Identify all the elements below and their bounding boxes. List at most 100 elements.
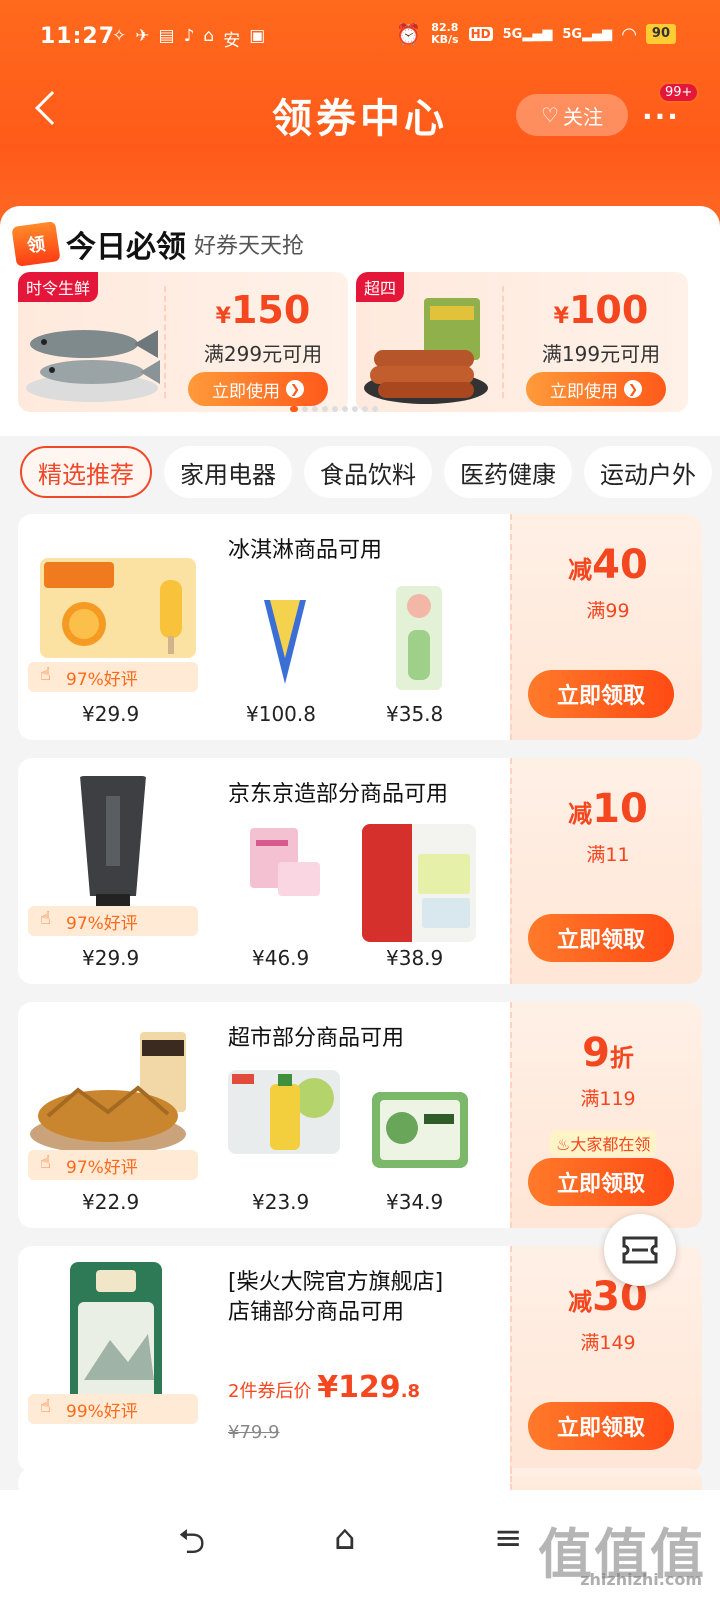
nav-bar: 领券中心 ♡ 关注 ··· 99+ xyxy=(0,72,720,152)
rating-badge: ☝ 97%好评 xyxy=(28,1150,198,1180)
status-bar: 11:27 ✧ ✈ ▤ ♪ ⌂ 安 ▣ ⏰ 82.8 KB/s HD 5G▂▄▆ … xyxy=(0,0,720,72)
more-menu-icon[interactable]: ··· xyxy=(642,100,680,133)
card-icon: ▤ xyxy=(158,26,175,46)
claim-button[interactable]: 立即领取 xyxy=(528,914,674,962)
rating-badge: ☝ 97%好评 xyxy=(28,662,198,692)
menu-nav-icon[interactable]: ≡ xyxy=(494,1518,523,1558)
thumbs-up-icon: ☝ xyxy=(40,1396,51,1417)
network-speed: 82.8 KB/s xyxy=(431,21,459,46)
today-header: 领 今日必领 好券天天抢 xyxy=(11,221,305,267)
carousel-dot xyxy=(362,406,368,412)
home-nav-icon[interactable]: ⌂ xyxy=(334,1518,356,1558)
today-section: 领 今日必领 好券天天抢 时令生鲜 ¥150 满299元可用 立即使用❯ 超四 xyxy=(0,206,720,436)
discount-threshold: 满99 xyxy=(586,600,630,622)
carousel-dot xyxy=(342,406,348,412)
follow-button[interactable]: ♡ 关注 xyxy=(516,94,628,136)
coupon-wallet-button[interactable] xyxy=(604,1214,676,1286)
category-tabs: 精选推荐 家用电器 食品饮料 医药健康 运动户外 xyxy=(20,446,712,498)
carousel-dot xyxy=(290,406,298,412)
coupon-title: 冰淇淋商品可用 xyxy=(228,538,383,563)
discount-threshold: 满149 xyxy=(580,1332,636,1354)
use-now-button[interactable]: 立即使用 ❯ xyxy=(526,372,666,406)
tiktok-icon: ♪ xyxy=(183,26,195,46)
product-price: ¥100.8 xyxy=(246,702,316,726)
tab-selected[interactable]: 精选推荐 xyxy=(20,446,152,498)
product-price: ¥34.9 xyxy=(386,1190,444,1214)
coupon-condition: 满299元可用 xyxy=(203,342,323,366)
claim-button[interactable]: 立即领取 xyxy=(528,670,674,718)
card-divider xyxy=(502,286,504,398)
product-price: ¥29.9 xyxy=(82,702,140,726)
tab-food-drink[interactable]: 食品饮料 xyxy=(304,446,432,498)
rice-bag-image xyxy=(70,1262,162,1412)
coupon-title: 超市部分商品可用 xyxy=(228,1026,405,1051)
coupon-offer: 减40 满99 立即领取 xyxy=(510,514,702,740)
coupon-condition: 满199元可用 xyxy=(541,342,661,366)
message-badge: 99+ xyxy=(658,82,700,103)
arrow-right-icon: ❯ xyxy=(286,380,304,398)
snack-chips-image xyxy=(30,1032,186,1154)
coupon-row: [柴火大院官方旗舰店] 店铺部分商品可用 ☝ 99%好评 2件券后价 ¥129.8 … xyxy=(18,1246,702,1472)
status-time: 11:27 xyxy=(40,24,116,49)
today-coupon-card[interactable]: 时令生鲜 ¥150 满299元可用 立即使用 ❯ xyxy=(18,272,348,412)
discount-value: 减30 xyxy=(568,1274,648,1320)
battery-icon: 90 xyxy=(645,24,676,44)
today-title: 今日必领 xyxy=(66,230,186,265)
coupon-amount: ¥150 xyxy=(215,288,311,332)
product-price: ¥35.8 xyxy=(386,702,444,726)
carousel-dot xyxy=(352,406,358,412)
claim-button[interactable]: 立即领取 xyxy=(528,1402,674,1450)
tab-sports[interactable]: 运动户外 xyxy=(584,446,712,498)
watermark-site: zhizhizhi.com xyxy=(580,1570,702,1589)
alarm-icon: ⏰ xyxy=(396,22,422,46)
today-subtitle: 好券天天抢 xyxy=(194,234,305,259)
tab-home-appliance[interactable]: 家用电器 xyxy=(164,446,292,498)
coupon-offer: 减30 满149 立即领取 xyxy=(510,1246,702,1472)
signal-icon: 5G▂▄▆ xyxy=(502,26,553,42)
discount-threshold: 满11 xyxy=(586,844,630,866)
today-coupon-card[interactable]: 超四 ¥100 满199元可用 立即使用 ❯ xyxy=(356,272,688,412)
back-nav-icon[interactable]: ⮌ xyxy=(178,1518,205,1575)
discount-value: 减10 xyxy=(568,786,648,832)
ticket-icon xyxy=(622,1236,658,1264)
status-indicators: ⏰ 82.8 KB/s HD 5G▂▄▆ 5G▂▄▆ ◠ 90 xyxy=(396,22,676,46)
tab-health[interactable]: 医药健康 xyxy=(444,446,572,498)
status-app-icons: ✧ ✈ ▤ ♪ ⌂ 安 ▣ xyxy=(112,26,265,51)
claim-button[interactable]: 立即领取 xyxy=(528,1158,674,1206)
original-price: ¥79.9 xyxy=(228,1422,280,1443)
juice-bottle-image xyxy=(228,1070,340,1154)
card-divider xyxy=(164,286,166,398)
discount-threshold: 满119 xyxy=(580,1088,636,1110)
ling-badge-icon: 领 xyxy=(11,221,61,267)
coupon-products[interactable]: 超市部分商品可用 ☝ 97%好评 ¥22.9 ¥23.9 ¥34.9 xyxy=(18,1002,510,1228)
home-app-icon: ⌂ xyxy=(203,26,215,46)
an-app-icon: 安 xyxy=(223,31,241,51)
coupon-products[interactable]: 冰淇淋商品可用 ☝ 97%好评 ¥29.9 ¥100.8 ¥35.8 xyxy=(18,514,510,740)
coupon-offer: 减10 满11 立即领取 xyxy=(510,758,702,984)
coupon-title: [柴火大院官方旗舰店] 店铺部分商品可用 xyxy=(228,1270,444,1325)
thumbs-up-icon: ☝ xyxy=(40,664,51,685)
carousel-dots xyxy=(290,406,378,412)
pink-packet-image xyxy=(250,828,320,896)
discount-value: 减40 xyxy=(568,542,648,588)
carousel-dot xyxy=(312,406,318,412)
coupon-row: 超市部分商品可用 ☝ 97%好评 ¥22.9 ¥23.9 ¥34.9 9折 满11… xyxy=(18,1002,702,1228)
wifi-icon: ◠ xyxy=(622,23,636,45)
coupon-products[interactable]: [柴火大院官方旗舰店] 店铺部分商品可用 ☝ 99%好评 2件券后价 ¥129.8 … xyxy=(18,1246,510,1472)
follow-label: 关注 xyxy=(562,104,603,129)
signal-icon-2: 5G▂▄▆ xyxy=(562,26,613,42)
popsicle-pack-image xyxy=(396,586,442,690)
rating-badge: ☝ 99%好评 xyxy=(28,1394,198,1424)
youku-icon: ▣ xyxy=(249,26,266,46)
arrow-right-icon: ❯ xyxy=(624,380,642,398)
use-now-button[interactable]: 立即使用 ❯ xyxy=(188,372,328,406)
hot-tag: ♨大家都在领 xyxy=(550,1130,657,1156)
bird-icon: ✈ xyxy=(135,26,150,46)
thumbs-up-icon: ☝ xyxy=(40,908,51,929)
coupon-row: 京东京造部分商品可用 ☝ 97%好评 ¥29.9 ¥46.9 ¥38.9 减10 … xyxy=(18,758,702,984)
fire-icon: ♨ xyxy=(556,1135,571,1154)
hd-icon: HD xyxy=(468,27,493,41)
rating-badge: ☝ 97%好评 xyxy=(28,906,198,936)
coupon-products[interactable]: 京东京造部分商品可用 ☝ 97%好评 ¥29.9 ¥46.9 ¥38.9 xyxy=(18,758,510,984)
fish-image xyxy=(26,330,160,402)
